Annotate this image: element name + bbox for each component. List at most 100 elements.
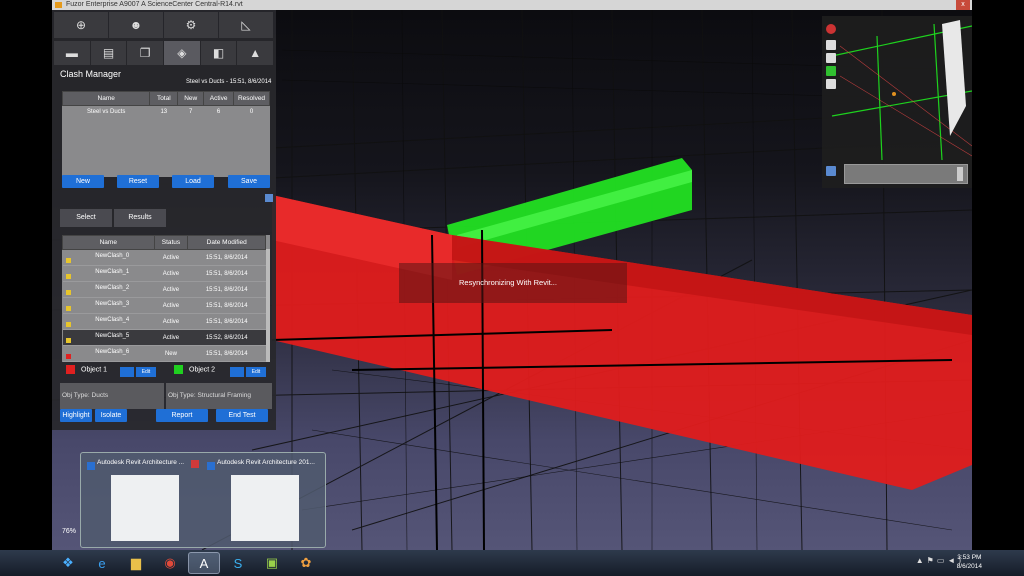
- summary-header: New: [177, 91, 205, 106]
- summary-header: Total: [149, 91, 179, 106]
- summary-cell: 0: [249, 108, 254, 115]
- report-button[interactable]: Report: [156, 409, 208, 422]
- letterbox-right: [972, 0, 1024, 576]
- camera-marker-icon: [892, 92, 896, 96]
- clash-name-cell: NewClash_4: [62, 313, 155, 330]
- tab-select[interactable]: Select: [60, 209, 112, 227]
- table-row-selected[interactable]: NewClash_5 Active 15:52, 8/6/2014: [62, 329, 266, 346]
- table-row[interactable]: NewClash_3 Active 15:51, 8/6/2014: [62, 297, 266, 314]
- start-button-icon[interactable]: ❖: [52, 552, 84, 574]
- clash-status: Active: [154, 249, 188, 266]
- object2-row: Object 2: [174, 365, 215, 378]
- navigation-icon[interactable]: ⊕: [54, 12, 108, 38]
- revit-taskbar-icon[interactable]: A: [188, 552, 220, 574]
- clash-marker-icon: [65, 305, 71, 311]
- end-test-button[interactable]: End Test: [216, 409, 268, 422]
- summary-header: Active: [203, 91, 235, 106]
- table-row[interactable]: Steel vs Ducts 13 7 6 0: [63, 106, 270, 118]
- object2-toggle-button[interactable]: [230, 367, 244, 377]
- object1-label: Object 1: [81, 366, 108, 374]
- object2-color-swatch: [174, 365, 183, 374]
- measure-icon[interactable]: ◺: [219, 12, 273, 38]
- sub-toolbar: ▬ ▤ ❐ ◈ ◧ ▲: [54, 41, 274, 65]
- thumbnail-title: Autodesk Revit Architecture 201...: [205, 459, 323, 471]
- test-meta: Steel vs Ducts - 15:51, 8/6/2014: [186, 79, 272, 85]
- clash-date: 15:51, 8/6/2014: [187, 249, 266, 266]
- zoom-slider-thumb[interactable]: [957, 167, 963, 181]
- clash-status: Active: [154, 265, 188, 282]
- clash-icon[interactable]: ◈: [164, 41, 200, 65]
- clash-name-cell: NewClash_3: [62, 297, 155, 314]
- revit-icon: [87, 462, 95, 470]
- system-clock[interactable]: 3:53 PM 8/6/2014: [957, 553, 982, 571]
- isolate-button[interactable]: Isolate: [95, 409, 127, 422]
- save-button[interactable]: Save: [228, 175, 270, 188]
- object2-edit-button[interactable]: Edit: [246, 367, 266, 377]
- clash-date: 15:51, 8/6/2014: [187, 345, 266, 362]
- clipboard-icon[interactable]: ▤: [90, 41, 127, 65]
- settings-icon[interactable]: ⚙: [164, 12, 218, 38]
- window-titlebar: Fuzor Enterprise A9007 A ScienceCenter C…: [52, 0, 972, 10]
- map-button-icon[interactable]: [826, 40, 836, 50]
- fuzor-icon[interactable]: ▣: [256, 552, 288, 574]
- clash-name: NewClash_4: [95, 316, 130, 323]
- map-button-icon[interactable]: [826, 53, 836, 63]
- copy-icon[interactable]: ❐: [127, 41, 164, 65]
- minimap-plan: [831, 20, 972, 160]
- list-scrollbar[interactable]: [266, 249, 270, 362]
- table-row[interactable]: NewClash_0 Active 15:51, 8/6/2014: [62, 249, 266, 266]
- zoom-percent: 76%: [62, 528, 77, 535]
- clash-status: Active: [154, 297, 188, 314]
- map-layer-icon[interactable]: [826, 66, 836, 76]
- thumbnail-title-text: Autodesk Revit Architecture 201...: [217, 459, 315, 466]
- minimap[interactable]: [822, 16, 972, 188]
- clash-manager-panel: ⊕ ☻ ⚙ ◺ ▬ ▤ ❐ ◈ ◧ ▲ Clash Manager Steel …: [52, 10, 276, 430]
- table-row[interactable]: NewClash_1 Active 15:51, 8/6/2014: [62, 265, 266, 282]
- paint-icon[interactable]: ✿: [290, 552, 322, 574]
- clash-date: 15:51, 8/6/2014: [187, 297, 266, 314]
- thumbnail-close-icon[interactable]: [191, 460, 199, 468]
- map-button-icon[interactable]: [826, 79, 836, 89]
- thumbnail-revit-2[interactable]: Autodesk Revit Architecture 201...: [205, 457, 323, 545]
- summary-cell: 6: [216, 108, 221, 115]
- object1-edit-button[interactable]: Edit: [136, 367, 156, 377]
- table-row[interactable]: NewClash_2 Active 15:51, 8/6/2014: [62, 281, 266, 298]
- clash-header: Date Modified: [187, 235, 266, 250]
- clash-name-cell: NewClash_1: [62, 265, 155, 282]
- tab-results[interactable]: Results: [114, 209, 166, 227]
- clash-name: NewClash_1: [95, 268, 130, 275]
- file-explorer-icon[interactable]: ▆: [120, 552, 152, 574]
- thumbnail-revit-1[interactable]: Autodesk Revit Architecture ...: [85, 457, 203, 545]
- clash-marker-icon: [65, 353, 71, 359]
- clash-marker-icon: [65, 257, 71, 263]
- compass-icon[interactable]: [826, 24, 836, 34]
- terrain-icon[interactable]: ▲: [237, 41, 274, 65]
- section-icon[interactable]: ▬: [54, 41, 90, 65]
- internet-explorer-icon[interactable]: e: [86, 552, 118, 574]
- window-title: Fuzor Enterprise A9007 A ScienceCenter C…: [66, 1, 243, 8]
- close-window-button[interactable]: x: [956, 0, 970, 10]
- table-row[interactable]: NewClash_4 Active 15:51, 8/6/2014: [62, 313, 266, 330]
- screen: Fuzor Enterprise A9007 A ScienceCenter C…: [0, 0, 1024, 576]
- clash-list: Name Status Date Modified NewClash_0 Acti…: [62, 235, 270, 362]
- summary-table: Name Total New Active Resolved Steel vs …: [61, 91, 270, 118]
- table-row[interactable]: NewClash_6 New 15:51, 8/6/2014: [62, 345, 266, 362]
- highlight-button[interactable]: Highlight: [60, 409, 92, 422]
- windows-taskbar: ❖ e ▆ ◉ A S ▣ ✿ ▲⚑▭◄) 3:53 PM 8/6/2014: [0, 550, 1024, 576]
- object1-toggle-button[interactable]: [120, 367, 134, 377]
- summary-cell: Steel vs Ducts: [87, 108, 126, 115]
- new-button[interactable]: New: [62, 175, 104, 188]
- load-button[interactable]: Load: [172, 175, 214, 188]
- zoom-slider[interactable]: [844, 164, 968, 184]
- chrome-icon[interactable]: ◉: [154, 552, 186, 574]
- box-icon[interactable]: ◧: [200, 41, 237, 65]
- summary-cell: 13: [160, 108, 168, 115]
- revit-icon: [207, 462, 215, 470]
- expand-icon[interactable]: [265, 194, 273, 202]
- reset-button[interactable]: Reset: [117, 175, 159, 188]
- zoom-icon[interactable]: [826, 166, 836, 176]
- people-icon[interactable]: ☻: [109, 12, 163, 38]
- tab-bar: Select Results: [60, 209, 168, 227]
- skype-icon[interactable]: S: [222, 552, 254, 574]
- clash-status: Active: [154, 329, 188, 346]
